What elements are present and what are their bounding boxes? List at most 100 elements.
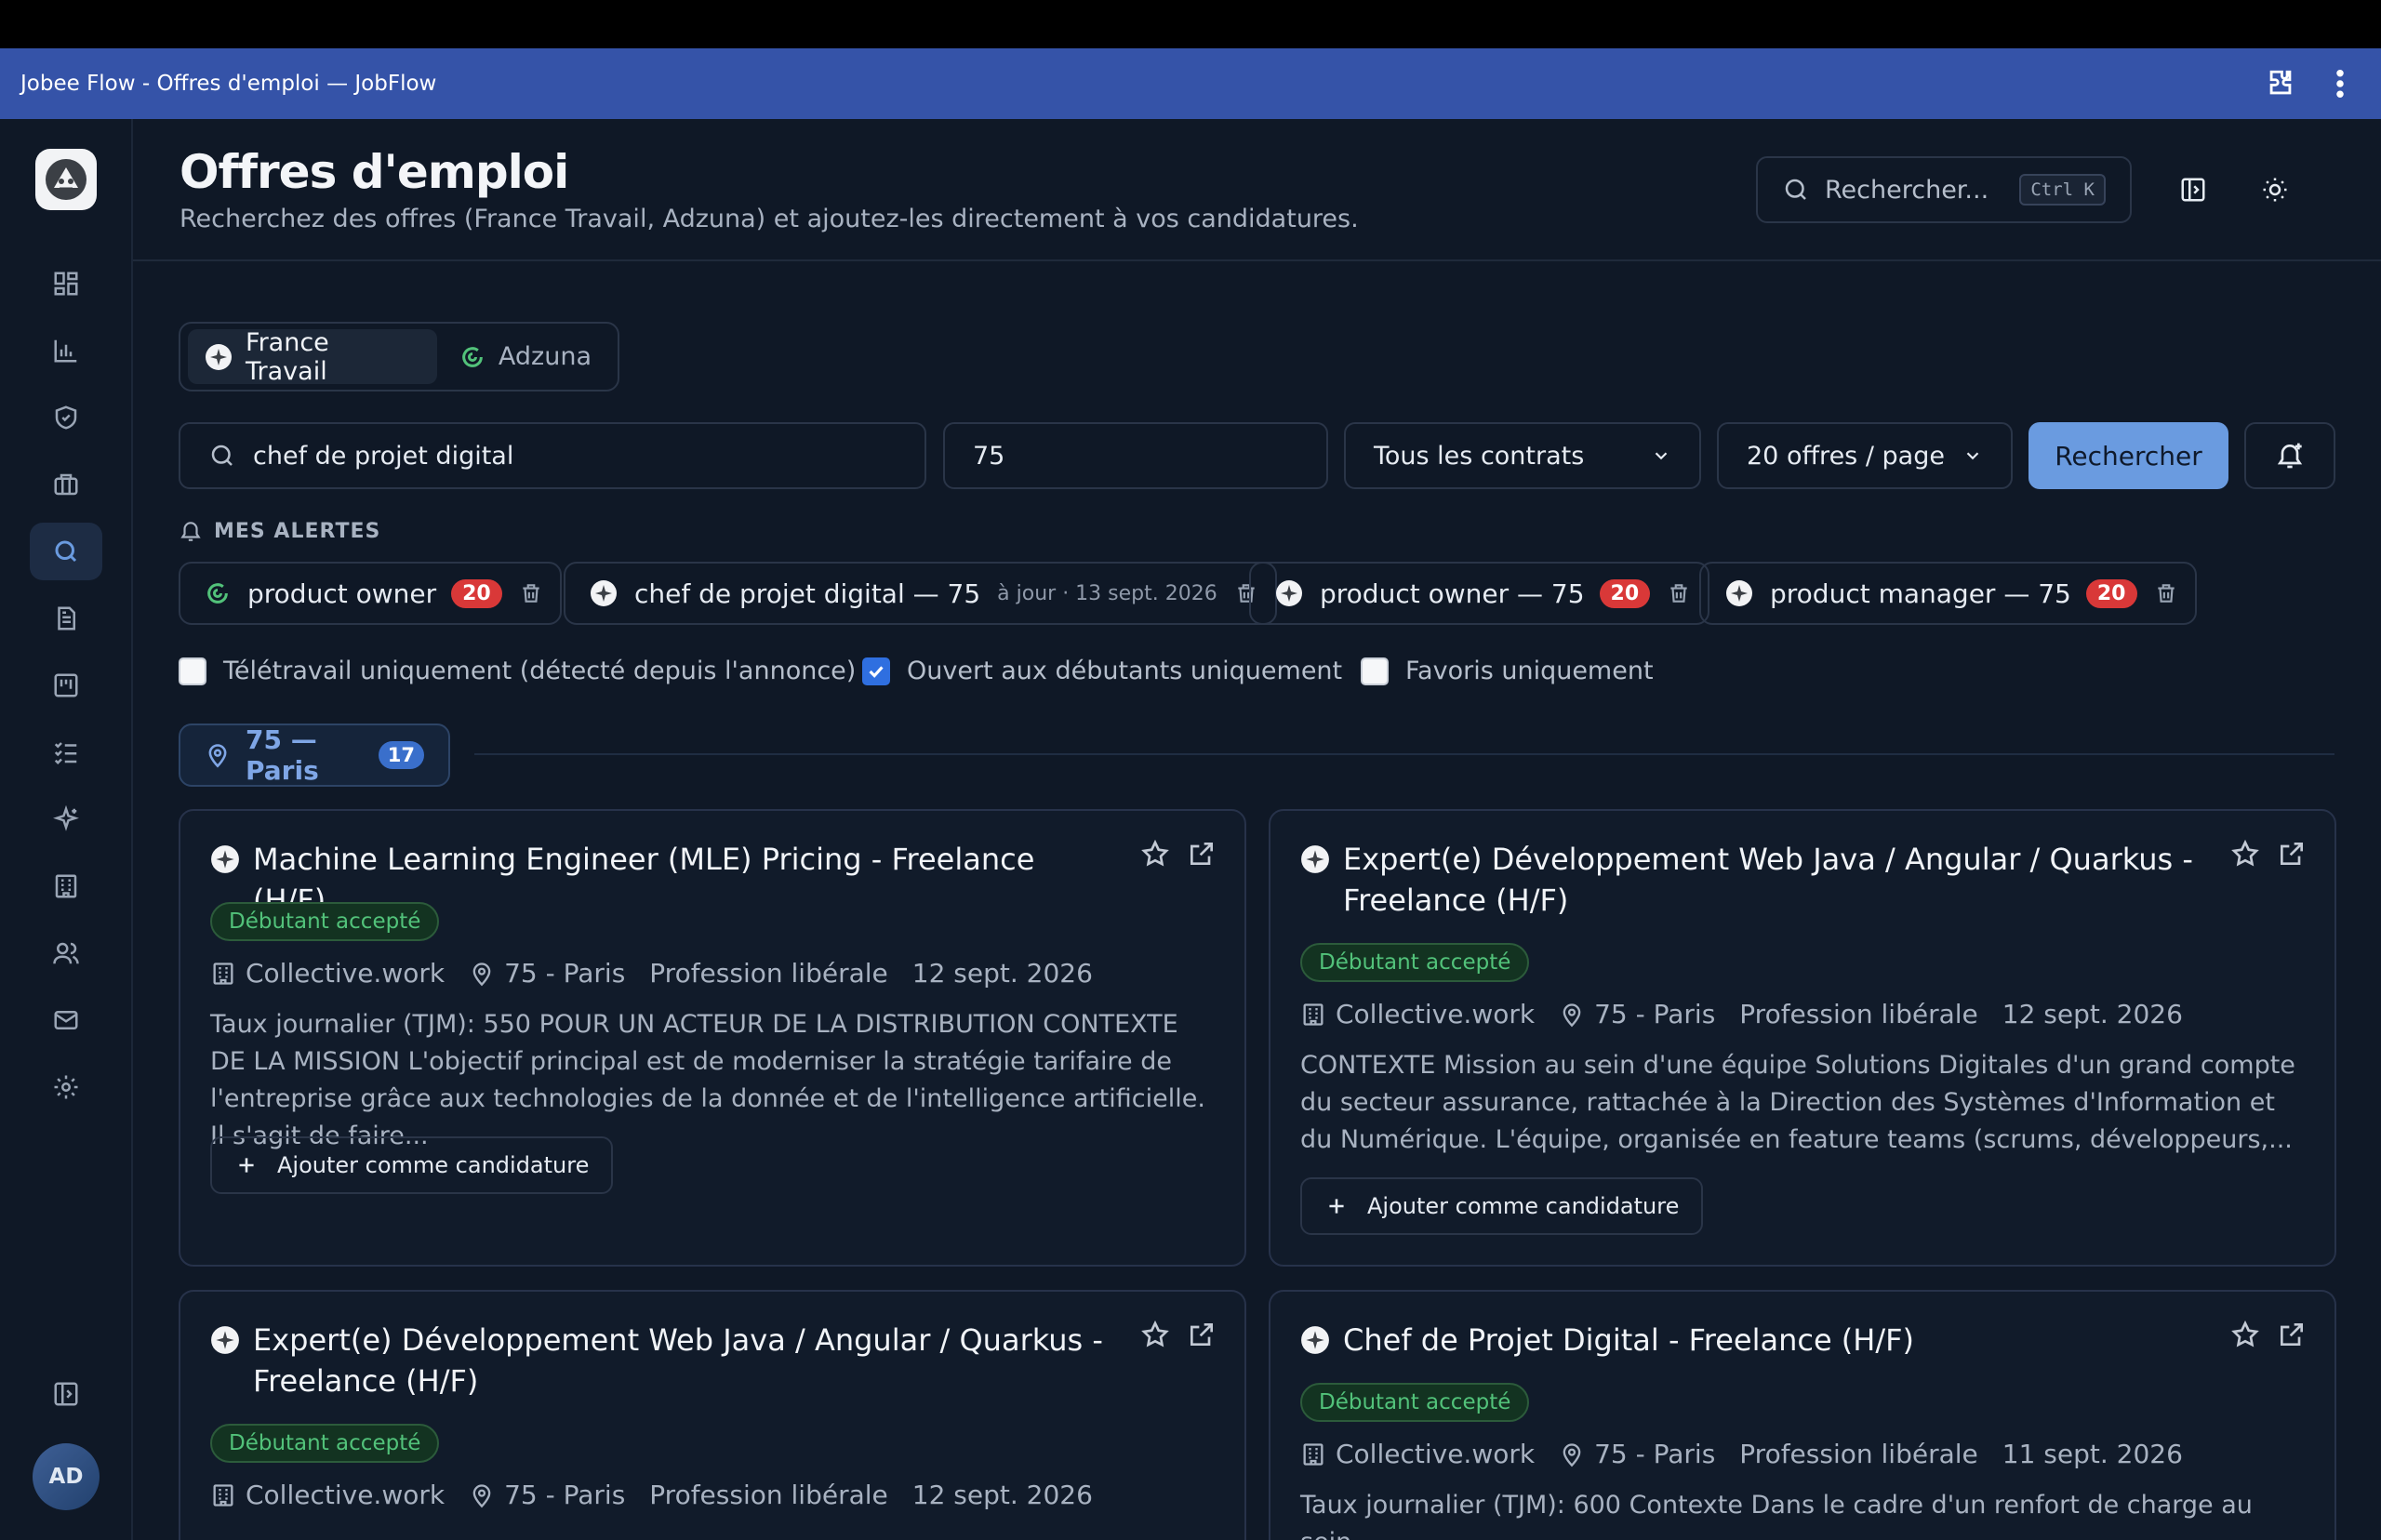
nav-tasks[interactable] [30, 724, 102, 781]
alert-count-badge: 20 [1599, 578, 1651, 608]
filter-junior[interactable]: Ouvert aux débutants uniquement [862, 657, 1342, 685]
job-title[interactable]: Expert(e) Développement Web Java / Angul… [210, 1320, 1103, 1401]
per-page-select[interactable]: 20 offres / page [1717, 422, 2013, 489]
building-icon [55, 874, 77, 898]
alert-count-badge: 20 [2085, 578, 2137, 608]
sparkles-icon [53, 805, 79, 831]
building-icon [210, 961, 236, 987]
delete-alert-button[interactable] [1667, 581, 1691, 605]
divider [474, 753, 2334, 755]
favorite-star-icon[interactable] [1140, 839, 1170, 872]
junior-checkbox[interactable] [862, 657, 890, 685]
nav-shield[interactable] [30, 389, 102, 446]
keywords-value: chef de projet digital [253, 441, 514, 471]
collapse-sidebar-button[interactable] [30, 1365, 102, 1423]
job-company: Collective.work [1336, 999, 1536, 1029]
nav-applications[interactable] [30, 456, 102, 513]
sidebar: AD [0, 119, 133, 1540]
nav-job-search[interactable] [30, 523, 102, 580]
nav-statistics[interactable] [30, 322, 102, 379]
job-date: 11 sept. 2026 [2002, 1439, 2183, 1469]
theme-toggle-button[interactable] [2249, 164, 2301, 216]
job-contract: Profession libérale [649, 958, 888, 989]
global-search[interactable]: Rechercher... Ctrl K [1756, 156, 2132, 223]
shield-check-icon [55, 405, 77, 430]
external-link-icon[interactable] [2277, 839, 2307, 872]
map-pin-icon [205, 742, 231, 768]
external-link-icon[interactable] [2277, 1320, 2307, 1353]
contract-select[interactable]: Tous les contrats [1344, 422, 1701, 489]
app-logo[interactable] [35, 149, 97, 210]
filter-label: Ouvert aux débutants uniquement [907, 657, 1343, 685]
toggle-panel-button[interactable] [2167, 164, 2219, 216]
nav-messages[interactable] [30, 991, 102, 1049]
extension-icon[interactable] [2260, 63, 2301, 104]
nav-companies[interactable] [30, 857, 102, 915]
favorites-checkbox[interactable] [1361, 657, 1389, 685]
gear-icon [54, 1075, 78, 1099]
france-travail-icon [1300, 1325, 1330, 1361]
job-company: Collective.work [1336, 1439, 1536, 1469]
location-input[interactable]: 75 [943, 422, 1328, 489]
job-description: Taux journalier (TJM): 600 Contexte Dans… [1300, 1491, 2253, 1540]
filter-remote[interactable]: Télétravail uniquement (détecté depuis l… [179, 657, 856, 685]
remote-checkbox[interactable] [179, 657, 206, 685]
global-search-placeholder: Rechercher... [1825, 175, 1989, 205]
job-contract: Profession libérale [1739, 1439, 1978, 1469]
external-link-icon[interactable] [1187, 1320, 1217, 1353]
job-card[interactable]: Expert(e) Développement Web Java / Angul… [1269, 809, 2336, 1267]
external-link-icon[interactable] [1187, 839, 1217, 872]
nav-board[interactable] [30, 657, 102, 714]
alert-chip[interactable]: product manager — 75 20 [1699, 562, 2197, 625]
nav-ai[interactable] [30, 790, 102, 848]
job-description: CONTEXTE Mission au sein d'une équipe So… [1300, 1051, 2295, 1154]
building-icon [1300, 1002, 1326, 1028]
delete-alert-button[interactable] [519, 581, 543, 605]
filter-favorites[interactable]: Favoris uniquement [1361, 657, 1654, 685]
alert-chip[interactable]: product owner — 75 20 [1249, 562, 1710, 625]
nav-documents[interactable] [30, 590, 102, 647]
keywords-input[interactable]: chef de projet digital [179, 422, 926, 489]
job-date: 12 sept. 2026 [911, 1480, 1093, 1510]
search-button[interactable]: Rechercher [2029, 422, 2228, 489]
job-title[interactable]: Chef de Projet Digital - Freelance (H/F) [1300, 1320, 2193, 1361]
job-title-text: Expert(e) Développement Web Java / Angul… [253, 1322, 1103, 1399]
france-travail-icon [1725, 579, 1753, 607]
job-card[interactable]: Machine Learning Engineer (MLE) Pricing … [179, 809, 1246, 1267]
filter-label: Télétravail uniquement (détecté depuis l… [223, 657, 857, 685]
tab-adzuna[interactable]: Adzuna [443, 329, 610, 384]
search-shortcut: Ctrl K [2019, 174, 2106, 206]
alert-label: product owner [247, 578, 437, 609]
france-travail-icon [1300, 844, 1330, 921]
alert-chip[interactable]: chef de projet digital — 75 à jour · 13 … [564, 562, 1277, 625]
delete-alert-button[interactable] [2154, 581, 2178, 605]
junior-badge: Débutant accepté [1300, 943, 1530, 982]
tab-france-travail[interactable]: France Travail [188, 328, 437, 386]
building-icon [210, 1482, 236, 1508]
kanban-icon [54, 673, 78, 697]
nav-settings[interactable] [30, 1058, 102, 1116]
add-application-button[interactable]: Ajouter comme candidature [1300, 1177, 1704, 1235]
trash-icon [1670, 584, 1687, 603]
tab-label: Adzuna [498, 342, 592, 371]
create-alert-button[interactable] [2244, 422, 2335, 489]
junior-badge: Débutant accepté [210, 902, 440, 941]
user-avatar[interactable]: AD [33, 1443, 100, 1510]
alert-chip[interactable]: product owner 20 [179, 562, 562, 625]
favorite-star-icon[interactable] [1140, 1320, 1170, 1353]
page-subtitle: Recherchez des offres (France Travail, A… [180, 205, 1359, 233]
add-application-button[interactable]: Ajouter comme candidature [210, 1136, 614, 1194]
job-card[interactable]: Chef de Projet Digital - Freelance (H/F)… [1269, 1290, 2336, 1540]
nav-contacts[interactable] [30, 924, 102, 982]
adzuna-icon [459, 344, 486, 370]
location-group-count: 17 [378, 741, 424, 769]
location-group-chip[interactable]: 75 — Paris 17 [179, 724, 450, 787]
job-card[interactable]: Expert(e) Développement Web Java / Angul… [179, 1290, 1246, 1540]
nav-dashboard[interactable] [30, 255, 102, 312]
page-title: Offres d'emploi [180, 145, 569, 199]
job-title[interactable]: Expert(e) Développement Web Java / Angul… [1300, 839, 2193, 921]
favorite-star-icon[interactable] [2230, 839, 2260, 872]
favorite-star-icon[interactable] [2230, 1320, 2260, 1353]
more-options-icon[interactable] [2320, 63, 2361, 104]
job-description: Taux journalier (TJM): 550 POUR UN ACTEU… [210, 1010, 1205, 1150]
